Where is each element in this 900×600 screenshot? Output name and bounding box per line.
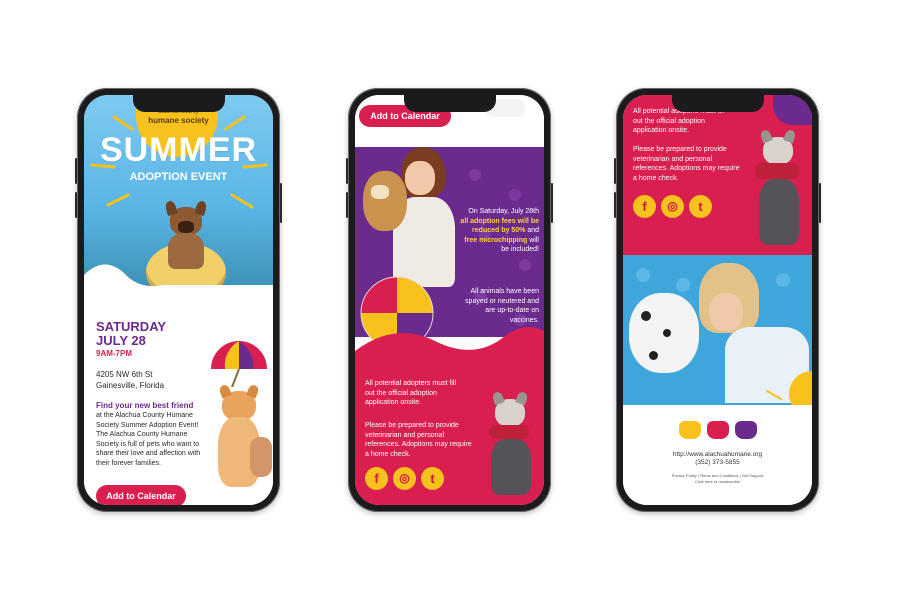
address-line-1: 4205 NW 6th St xyxy=(96,370,153,379)
cat-bandana-photo xyxy=(751,128,807,249)
crimson-wave xyxy=(355,327,544,361)
instagram-icon[interactable]: ◎ xyxy=(661,195,684,218)
refs-note: Please be prepared to provide veterinari… xyxy=(365,422,472,458)
intro-body: at the Alachua County Humane Society Sum… xyxy=(96,412,201,467)
adopt-note: All potential adopters must fill out the… xyxy=(365,380,457,406)
facebook-icon[interactable]: f xyxy=(633,195,656,218)
headline: SUMMER xyxy=(99,131,258,169)
twitter-icon[interactable]: t xyxy=(421,467,444,490)
woman-with-dalmatian-photo xyxy=(629,263,809,403)
phone-mockup-1: alachua county humane society SUMMER ADO… xyxy=(75,88,282,512)
address-line-2: Gainesville, Florida xyxy=(96,381,165,390)
footer-logo xyxy=(679,419,759,439)
facebook-icon[interactable]: f xyxy=(365,467,388,490)
footer-links[interactable]: Privacy Policy | Terms and Conditions | … xyxy=(623,473,812,478)
beach-umbrella-graphic xyxy=(211,341,267,387)
unsubscribe-link[interactable]: Click here to unsubscribe xyxy=(623,479,812,484)
event-day: SATURDAY xyxy=(96,319,167,334)
website-link[interactable]: http://www.alachuahumane.org xyxy=(623,451,812,459)
woman-with-dog-photo xyxy=(363,147,455,287)
add-to-calendar-button[interactable]: Add to Calendar xyxy=(96,485,186,505)
phone-number: (352) 373-5855 xyxy=(695,459,740,466)
phone-mockup-3: All potential adopters must fill out the… xyxy=(614,88,821,512)
email-screen-2: Add to Calendar On Saturday, July 28th a… xyxy=(355,95,544,505)
promo-text: On Saturday, July 28th all adoption fees… xyxy=(459,207,539,255)
refs-note: Please be prepared to provide veterinari… xyxy=(633,146,740,182)
phone-notch xyxy=(403,95,496,112)
instagram-icon[interactable]: ◎ xyxy=(393,467,416,490)
event-date: JULY 28 xyxy=(96,333,146,348)
org-name: humane society xyxy=(148,116,209,125)
intro-title: Find your new best friend xyxy=(96,401,194,410)
event-time: 9AM-7PM xyxy=(96,349,133,358)
promo-pre: On Saturday, July 28th xyxy=(468,208,539,215)
phone-notch xyxy=(671,95,764,112)
cat-bandana-photo xyxy=(483,390,539,499)
promo-chip: free microchipping xyxy=(464,236,528,244)
email-screen-1: alachua county humane society SUMMER ADO… xyxy=(84,95,273,505)
phone-notch xyxy=(132,95,225,112)
phone-mockup-2: Add to Calendar On Saturday, July 28th a… xyxy=(346,88,553,512)
email-screen-3: All potential adopters must fill out the… xyxy=(623,95,812,505)
promo-and: and xyxy=(527,227,539,234)
vaccine-note: All animals have been spayed or neutered… xyxy=(465,288,539,324)
subhead: ADOPTION EVENT xyxy=(129,171,228,183)
cat-photo xyxy=(212,383,272,497)
twitter-icon[interactable]: t xyxy=(689,195,712,218)
